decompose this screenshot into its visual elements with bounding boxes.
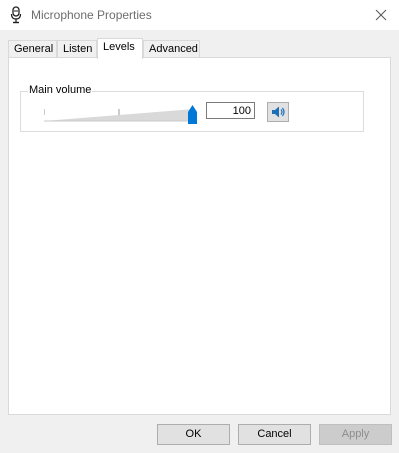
cancel-button[interactable]: Cancel xyxy=(238,424,311,445)
window-title: Microphone Properties xyxy=(31,8,152,22)
volume-value-field[interactable] xyxy=(206,102,255,119)
mute-button[interactable] xyxy=(267,102,289,122)
slider-thumb xyxy=(188,105,197,124)
close-button[interactable] xyxy=(369,3,393,27)
title-bar: Microphone Properties xyxy=(0,0,399,30)
tab-advanced[interactable]: Advanced xyxy=(143,40,200,57)
apply-button[interactable]: Apply xyxy=(319,424,392,445)
volume-slider[interactable] xyxy=(43,104,204,126)
tab-general[interactable]: General xyxy=(8,40,57,57)
tab-listen[interactable]: Listen xyxy=(57,40,97,57)
microphone-icon xyxy=(10,6,22,24)
ok-button[interactable]: OK xyxy=(157,424,230,445)
levels-panel: Main volume xyxy=(8,57,391,415)
group-title: Main volume xyxy=(28,84,93,96)
tab-levels[interactable]: Levels xyxy=(97,38,143,59)
dialog-window: Microphone Properties General Listen Lev… xyxy=(0,0,399,453)
main-volume-group: Main volume xyxy=(20,84,364,132)
speaker-icon xyxy=(272,106,285,118)
tab-strip: General Listen Levels Advanced xyxy=(8,38,391,59)
close-icon xyxy=(375,9,387,21)
